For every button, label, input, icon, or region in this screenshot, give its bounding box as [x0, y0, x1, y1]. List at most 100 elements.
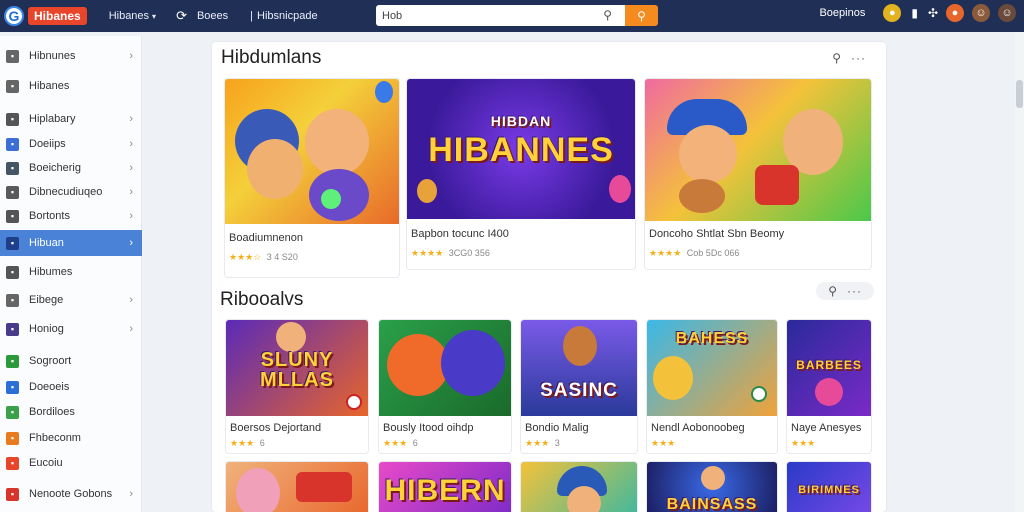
sidebar-item-nenoote-gobons[interactable]: ▪ Nenoote Gobons › [0, 482, 142, 506]
star-rating-icon: ★★★ [791, 438, 816, 448]
sidebar-item-label: Honiog [29, 323, 64, 335]
user-avatar[interactable]: ☺ [998, 4, 1016, 22]
game-thumbnail: BIRIMNES [787, 462, 871, 512]
nav-link-boees[interactable]: Boees [197, 10, 228, 22]
sidebar-item-label: Boeicherig [29, 162, 81, 174]
calendar-icon: ▪ [6, 161, 19, 175]
game-rating: ★★★ 6 [230, 438, 265, 449]
sidebar-item-label: Fhbeconm [29, 432, 81, 444]
game-banner: BAINSASS [666, 496, 758, 512]
game-card[interactable] [225, 461, 369, 512]
sidebar-item-hibnunes[interactable]: ▪ Hibnunes › [0, 44, 142, 68]
section-tools: ⚲ ··· [832, 51, 866, 65]
sidebar-item-label: Hibuan [29, 237, 64, 249]
sidebar-item-dibnecudiuqeo[interactable]: ▪ Dibnecudiuqeo › [0, 180, 142, 204]
sidebar-item-label: Sogroort [29, 355, 72, 367]
sidebar-item-doeoeis[interactable]: ▪ Doeoeis [0, 375, 142, 399]
puzzle-icon[interactable]: ✣ [928, 6, 938, 20]
sidebar-item-bortonts[interactable]: ▪ Bortonts › [0, 204, 142, 228]
bookmark-icon[interactable]: ▮ [911, 6, 918, 20]
game-card[interactable]: BARBEES Naye Anesyes ★★★ [786, 319, 872, 454]
sidebar-item-honiog[interactable]: ▪ Honiog › [0, 317, 142, 341]
game-card[interactable]: BIRIMNES [786, 461, 872, 512]
sidebar-item-hibuan[interactable]: ▪ Hibuan › [0, 230, 142, 256]
nav-link-hibsnicpade[interactable]: | Hibsnicpade [250, 10, 317, 22]
sidebar-item-label: Hibnunes [29, 50, 76, 62]
gift-icon: ▪ [6, 487, 19, 501]
chevron-right-icon: › [129, 294, 133, 306]
chevron-right-icon: › [129, 113, 133, 125]
chevron-right-icon: › [129, 50, 133, 62]
chevron-right-icon: › [129, 138, 133, 150]
search-icon[interactable]: ⚲ [832, 51, 841, 65]
brand-name: Hibanes [28, 7, 87, 25]
download-icon: ▪ [6, 380, 19, 394]
game-card[interactable]: HIBERN [378, 461, 512, 512]
refresh-icon[interactable]: ⟳ [176, 8, 187, 24]
game-thumbnail: BARBEES [787, 320, 871, 416]
sidebar-item-bordiloes[interactable]: ▪ Bordiloes [0, 400, 142, 424]
game-card[interactable]: HIBDAN HIBANNES Bapbon tocunc I400 ★★★★ … [406, 78, 636, 270]
sidebar-item-hiplabary[interactable]: ▪ Hiplabary › [0, 107, 142, 131]
friend-avatar[interactable]: ☺ [972, 4, 990, 22]
sidebar-item-boeicherig[interactable]: ▪ Boeicherig › [0, 156, 142, 180]
game-card[interactable]: SASINC Bondio Malig ★★★ 3 [520, 319, 638, 454]
rating-text: 3 4 S20 [266, 252, 298, 262]
game-card[interactable]: BAINSASS [646, 461, 778, 512]
character-face [679, 125, 737, 183]
game-title: Bously Itood oihdp [383, 422, 474, 434]
chart-icon: ▪ [6, 431, 19, 445]
notification-icon[interactable]: ● [946, 4, 964, 22]
game-rating: ★★★ 3 [525, 438, 560, 449]
page-scrollbar[interactable] [1015, 32, 1024, 512]
chevron-right-icon: › [129, 237, 133, 249]
character-face [567, 486, 601, 512]
user-label[interactable]: Boepinos [819, 7, 865, 19]
game-thumbnail: HIBDAN HIBANNES [407, 79, 635, 219]
star-rating-icon: ★★★ [383, 438, 408, 448]
brand-logo[interactable]: G Hibanes [4, 6, 87, 26]
game-avatar-icon[interactable]: ● [883, 4, 902, 22]
gear-icon: ▪ [6, 293, 19, 307]
fire-icon: ▪ [6, 456, 19, 470]
sidebar-item-label: Hiplabary [29, 113, 76, 125]
nav-menu-hibanes[interactable]: Hibanes ▾ [109, 10, 156, 22]
game-card[interactable]: SLUNY MLLAS Boersos Dejortand ★★★ 6 [225, 319, 369, 454]
monitor-icon: ▪ [6, 79, 19, 93]
game-rating: ★★★ 6 [383, 438, 418, 449]
sidebar-item-sogroort[interactable]: ▪ Sogroort [0, 349, 142, 373]
sidebar-item-label: Bordiloes [29, 406, 75, 418]
scrollbar-thumb[interactable] [1016, 80, 1023, 108]
more-options-icon[interactable]: ··· [847, 284, 862, 298]
sidebar-item-doeiips[interactable]: ▪ Doeiips › [0, 132, 142, 156]
game-thumbnail [226, 462, 368, 512]
game-title: Bondio Malig [525, 422, 589, 434]
gamepad-icon: ▪ [6, 185, 19, 199]
game-rating: ★★★ [791, 438, 818, 449]
game-title: Boadiumnenon [229, 232, 304, 244]
game-card[interactable]: BAHESS Nendl Aobonoobeg ★★★ [646, 319, 778, 454]
sidebar-item-hibanes[interactable]: ▪ Hibanes [0, 74, 142, 98]
search-icon[interactable]: ⚲ [828, 284, 837, 298]
more-options-icon[interactable]: ··· [851, 51, 866, 65]
character-face [653, 356, 693, 400]
search-input[interactable] [376, 5, 625, 26]
sidebar-item-eucoiu[interactable]: ▪ Eucoiu [0, 451, 142, 475]
search-button[interactable]: ⚲ [625, 5, 658, 26]
game-thumbnail: BAHESS [647, 320, 777, 416]
game-title: Naye Anesyes [791, 422, 862, 434]
game-card[interactable] [520, 461, 638, 512]
character-face [305, 109, 369, 175]
game-rating: ★★★★ Cob 5Dc 066 [649, 248, 739, 259]
game-title: Nendl Aobonoobeg [651, 422, 745, 434]
sidebar-item-fhbeconm[interactable]: ▪ Fhbeconm [0, 426, 142, 450]
search-icon[interactable]: ⚲ [603, 8, 612, 22]
game-card[interactable]: Doncoho Shtlat Sbn Beomy ★★★★ Cob 5Dc 06… [644, 78, 872, 270]
library-icon: ▪ [6, 112, 19, 126]
leaf-icon: ▪ [6, 405, 19, 419]
game-card[interactable]: Bously Itood oihdp ★★★ 6 [378, 319, 512, 454]
sidebar-item-eibege[interactable]: ▪ Eibege › [0, 288, 142, 312]
sidebar-item-hibumes[interactable]: ▪ Hibumes [0, 260, 142, 284]
chevron-down-icon: ▾ [152, 11, 157, 21]
game-card[interactable]: Boadiumnenon ★★★☆ 3 4 S20 [224, 78, 400, 278]
